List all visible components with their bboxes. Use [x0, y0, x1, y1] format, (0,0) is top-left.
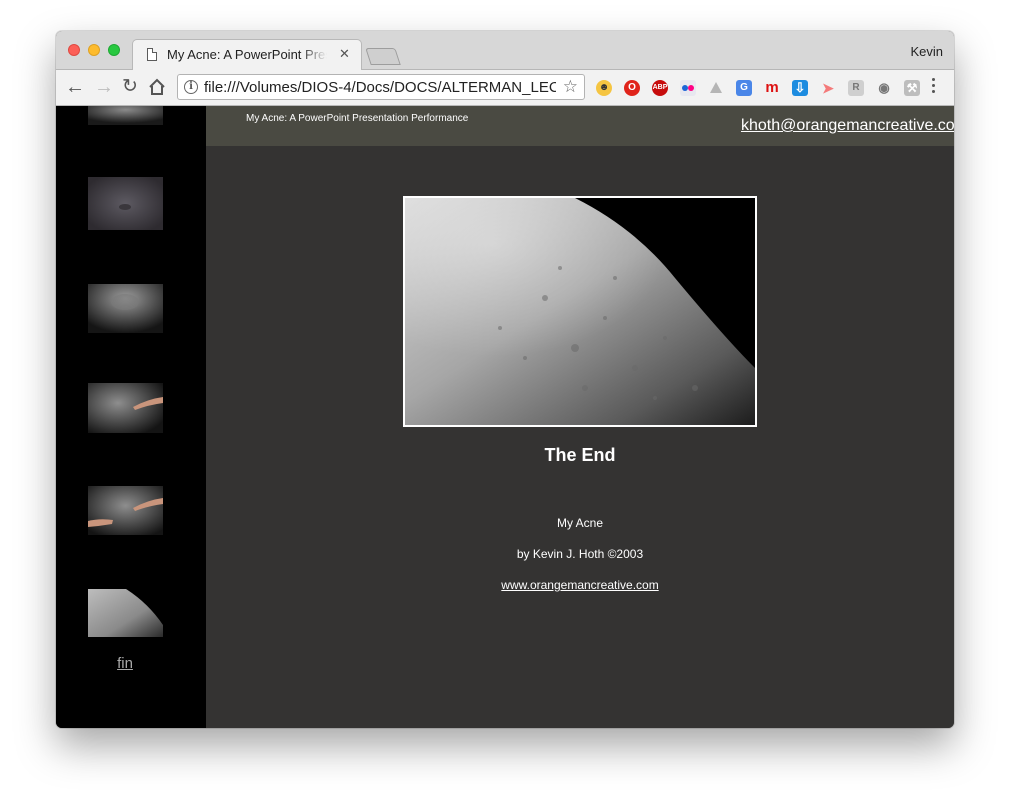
author-credit: by Kevin J. Hoth ©2003	[516, 547, 644, 561]
main-content: The End My Acne by Kevin J. Hoth ©2003 w…	[206, 146, 954, 728]
eye-icon[interactable]: ◉	[876, 80, 892, 96]
slide-image	[403, 196, 757, 427]
new-tab-button[interactable]	[365, 48, 401, 65]
minimize-window-button[interactable]	[88, 44, 100, 56]
address-bar[interactable]: i file:///Volumes/DIOS-4/Docs/DOCS/ALTER…	[177, 74, 585, 100]
slide-thumbnail[interactable]	[88, 383, 163, 433]
back-icon[interactable]: ←	[65, 76, 85, 98]
tab-title: My Acne: A PowerPoint Presentation Perfo…	[167, 47, 327, 62]
slide-thumbnail[interactable]	[88, 177, 163, 230]
info-icon[interactable]: i	[184, 80, 198, 94]
adblock-icon[interactable]: ABP	[652, 80, 668, 96]
download-icon[interactable]: ⇩	[792, 80, 808, 96]
forward-icon[interactable]: →	[94, 76, 114, 98]
browser-toolbar: ← → ↻ i file:///Volumes/DIOS-4/Docs/DOCS…	[56, 70, 954, 106]
emoji-icon[interactable]: ☻	[596, 80, 612, 96]
slide-thumbnail[interactable]	[88, 284, 163, 333]
tab-close-icon[interactable]: ✕	[339, 46, 350, 62]
close-window-button[interactable]	[68, 44, 80, 56]
tab-bar: My Acne: A PowerPoint Presentation Perfo…	[56, 31, 954, 70]
home-icon[interactable]	[148, 76, 166, 101]
website-link[interactable]: www.orangemancreative.com	[206, 578, 954, 592]
fin-link[interactable]: fin	[56, 655, 194, 672]
opera-icon[interactable]: O	[624, 80, 640, 96]
puzzle-icon[interactable]: R	[848, 80, 864, 96]
m-icon[interactable]: m	[764, 80, 780, 96]
end-title: The End	[544, 445, 616, 465]
drive-icon[interactable]	[708, 80, 724, 96]
work-title: My Acne	[556, 516, 604, 530]
email-link[interactable]: khoth@orangemancreative.com	[741, 117, 954, 135]
arrow-icon[interactable]: ➤	[820, 80, 836, 96]
page-header: My Acne: A PowerPoint Presentation Perfo…	[206, 106, 954, 146]
bookmark-star-icon[interactable]: ☆	[563, 77, 578, 97]
translate-icon[interactable]: G	[736, 80, 752, 96]
zoom-window-button[interactable]	[108, 44, 120, 56]
document-icon	[147, 48, 157, 61]
flickr-icon[interactable]	[680, 80, 696, 96]
browser-window: My Acne: A PowerPoint Presentation Perfo…	[56, 31, 954, 728]
slide-thumbnail[interactable]	[88, 106, 163, 125]
slide-thumbnail[interactable]	[88, 486, 163, 535]
slide-thumbnail[interactable]	[88, 589, 163, 637]
thumbnail-sidebar: fin	[56, 106, 206, 728]
reload-icon[interactable]: ↻	[122, 76, 138, 98]
page-viewport: fin My Acne: A PowerPoint Presentation P…	[56, 106, 954, 728]
url-text[interactable]: file:///Volumes/DIOS-4/Docs/DOCS/ALTERMA…	[204, 79, 556, 96]
menu-icon[interactable]	[932, 78, 936, 96]
site-title: My Acne: A PowerPoint Presentation Perfo…	[246, 113, 469, 124]
profile-name[interactable]: Kevin	[910, 44, 943, 59]
tab-active[interactable]: My Acne: A PowerPoint Presentation Perfo…	[132, 39, 362, 70]
wrench-icon[interactable]: ⚒	[904, 80, 920, 96]
